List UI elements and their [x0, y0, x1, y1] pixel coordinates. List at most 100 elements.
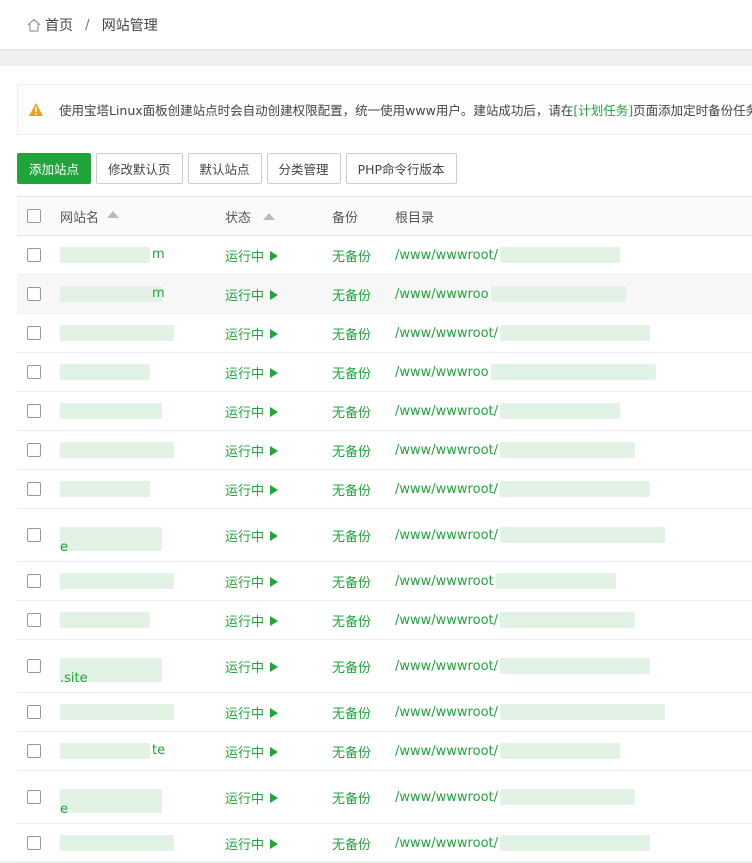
status-cell[interactable]: 运行中 [225, 526, 332, 545]
site-name-cell[interactable] [60, 431, 225, 469]
root-dir-cell[interactable]: /www/wwwroot/ [395, 824, 752, 862]
row-checkbox[interactable] [27, 574, 41, 588]
root-dir-text[interactable]: /www/wwwroot/ [395, 443, 498, 458]
root-dir-cell[interactable]: /www/wwwroot/ [395, 470, 752, 508]
backup-cell[interactable]: 无备份 [332, 611, 395, 630]
status-text[interactable]: 运行中 [225, 250, 264, 265]
header-name[interactable]: 网站名 [60, 197, 225, 235]
play-icon[interactable] [270, 329, 279, 339]
site-name-cell[interactable]: te [60, 732, 225, 770]
row-checkbox[interactable] [27, 659, 41, 673]
status-text[interactable]: 运行中 [225, 406, 264, 421]
row-checkbox[interactable] [27, 287, 41, 301]
root-dir-text[interactable]: /www/wwwroot/ [395, 659, 498, 674]
backup-cell[interactable]: 无备份 [332, 402, 395, 421]
site-name-text[interactable]: te [152, 743, 165, 758]
site-name-cell[interactable] [60, 601, 225, 639]
root-dir-text[interactable]: /www/wwwroot [395, 574, 494, 589]
status-cell[interactable]: 运行中 [225, 611, 332, 630]
play-icon[interactable] [270, 616, 279, 626]
row-checkbox[interactable] [27, 790, 41, 804]
row-checkbox[interactable] [27, 326, 41, 340]
root-dir-text[interactable]: /www/wwwroot/ [395, 790, 498, 805]
cron-task-link[interactable]: [计划任务] [573, 100, 633, 119]
status-text[interactable]: 运行中 [225, 530, 264, 545]
backup-cell[interactable]: 无备份 [332, 480, 395, 499]
backup-cell[interactable]: 无备份 [332, 572, 395, 591]
root-dir-cell[interactable]: /www/wwwroot/ [395, 640, 752, 692]
root-dir-text[interactable]: /www/wwwroot/ [395, 482, 498, 497]
site-name-cell[interactable] [60, 353, 225, 391]
backup-cell[interactable]: 无备份 [332, 657, 395, 676]
root-dir-cell[interactable]: /www/wwwroot/ [395, 601, 752, 639]
play-icon[interactable] [270, 290, 279, 300]
root-dir-cell[interactable]: /www/wwwroot [395, 562, 752, 600]
root-dir-cell[interactable]: /www/wwwroot/ [395, 431, 752, 469]
backup-cell[interactable]: 无备份 [332, 441, 395, 460]
root-dir-cell[interactable]: /www/wwwroot/ [395, 236, 752, 274]
root-dir-cell[interactable]: /www/wwwroot/ [395, 314, 752, 352]
root-dir-cell[interactable]: /www/wwwroot/ [395, 509, 752, 561]
status-text[interactable]: 运行中 [225, 838, 264, 853]
root-dir-text[interactable]: /www/wwwroot/ [395, 836, 498, 851]
backup-cell[interactable]: 无备份 [332, 526, 395, 545]
status-text[interactable]: 运行中 [225, 746, 264, 761]
status-text[interactable]: 运行中 [225, 576, 264, 591]
backup-cell[interactable]: 无备份 [332, 788, 395, 807]
home-icon[interactable] [26, 17, 42, 33]
play-icon[interactable] [270, 839, 279, 849]
row-checkbox[interactable] [27, 248, 41, 262]
root-dir-text[interactable]: /www/wwwroo [395, 365, 489, 380]
status-text[interactable]: 运行中 [225, 707, 264, 722]
site-name-cell[interactable] [60, 562, 225, 600]
play-icon[interactable] [270, 446, 279, 456]
status-cell[interactable]: 运行中 [225, 324, 332, 343]
site-name-cell[interactable] [60, 314, 225, 352]
site-name-text[interactable]: e [60, 802, 68, 817]
site-name-text[interactable]: .site [60, 671, 88, 686]
row-checkbox[interactable] [27, 705, 41, 719]
row-checkbox[interactable] [27, 443, 41, 457]
sort-icon[interactable] [107, 210, 120, 218]
status-cell[interactable]: 运行中 [225, 742, 332, 761]
status-cell[interactable]: 运行中 [225, 572, 332, 591]
status-text[interactable]: 运行中 [225, 445, 264, 460]
root-dir-text[interactable]: /www/wwwroot/ [395, 528, 498, 543]
backup-cell[interactable]: 无备份 [332, 246, 395, 265]
sort-icon[interactable] [263, 212, 276, 220]
status-text[interactable]: 运行中 [225, 484, 264, 499]
site-name-cell[interactable]: .site [60, 640, 225, 692]
root-dir-cell[interactable]: /www/wwwroo [395, 353, 752, 391]
status-cell[interactable]: 运行中 [225, 363, 332, 382]
root-dir-cell[interactable]: /www/wwwroot/ [395, 693, 752, 731]
status-cell[interactable]: 运行中 [225, 246, 332, 265]
category-manage-button[interactable]: 分类管理 [266, 153, 341, 184]
status-cell[interactable]: 运行中 [225, 441, 332, 460]
status-text[interactable]: 运行中 [225, 367, 264, 382]
row-checkbox[interactable] [27, 365, 41, 379]
site-name-cell[interactable]: m [60, 275, 225, 313]
breadcrumb-home[interactable]: 首页 [45, 15, 73, 35]
row-checkbox[interactable] [27, 404, 41, 418]
status-cell[interactable]: 运行中 [225, 657, 332, 676]
backup-cell[interactable]: 无备份 [332, 834, 395, 853]
row-checkbox[interactable] [27, 744, 41, 758]
root-dir-text[interactable]: /www/wwwroo [395, 287, 489, 302]
backup-cell[interactable]: 无备份 [332, 742, 395, 761]
play-icon[interactable] [270, 531, 279, 541]
row-checkbox[interactable] [27, 528, 41, 542]
status-text[interactable]: 运行中 [225, 615, 264, 630]
root-dir-text[interactable]: /www/wwwroot/ [395, 744, 498, 759]
modify-default-page-button[interactable]: 修改默认页 [96, 153, 183, 184]
site-name-cell[interactable]: e [60, 771, 225, 823]
play-icon[interactable] [270, 793, 279, 803]
site-name-text[interactable]: m [152, 247, 165, 262]
play-icon[interactable] [270, 368, 279, 378]
status-cell[interactable]: 运行中 [225, 402, 332, 421]
root-dir-text[interactable]: /www/wwwroot/ [395, 705, 498, 720]
root-dir-text[interactable]: /www/wwwroot/ [395, 326, 498, 341]
site-name-cell[interactable]: e [60, 509, 225, 561]
play-icon[interactable] [270, 747, 279, 757]
site-name-cell[interactable] [60, 693, 225, 731]
root-dir-cell[interactable]: /www/wwwroot/ [395, 732, 752, 770]
